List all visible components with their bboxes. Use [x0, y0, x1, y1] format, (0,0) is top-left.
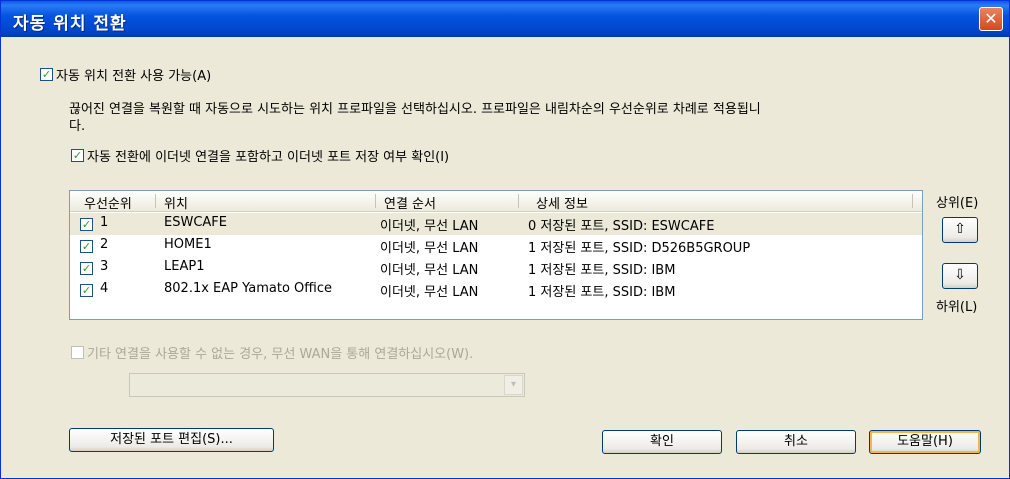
- description-line-2: 다.: [69, 119, 86, 134]
- row-checkbox[interactable]: ✓: [80, 262, 93, 275]
- arrow-down-icon: ⇩: [954, 267, 966, 283]
- column-header-order[interactable]: 연결 순서: [384, 193, 436, 212]
- row-detail: 1 저장된 포트, SSID: IBM: [528, 263, 676, 278]
- wan-select[interactable]: ▾: [129, 373, 525, 397]
- row-order: 이더넷, 무선 LAN: [380, 285, 479, 300]
- include-ethernet-checkbox[interactable]: ✓: [71, 149, 84, 162]
- row-priority: 3: [100, 259, 109, 274]
- row-order: 이더넷, 무선 LAN: [380, 241, 479, 256]
- row-detail: 0 저장된 포트, SSID: ESWCAFE: [528, 219, 715, 234]
- column-separator[interactable]: [375, 194, 376, 208]
- column-header-priority[interactable]: 우선순위: [84, 193, 132, 212]
- move-down-button[interactable]: ⇩: [942, 263, 978, 289]
- help-button[interactable]: 도움말(H): [869, 430, 981, 454]
- row-priority: 4: [100, 281, 109, 296]
- location-priority-list[interactable]: 우선순위 위치 연결 순서 상세 정보 ✓ 1 ESWCAFE 이더넷, 무선 …: [69, 190, 923, 320]
- chevron-down-icon[interactable]: ▾: [504, 375, 523, 395]
- table-row[interactable]: ✓ 1 ESWCAFE 이더넷, 무선 LAN 0 저장된 포트, SSID: …: [70, 213, 922, 235]
- column-header-location[interactable]: 위치: [164, 193, 188, 212]
- list-header: 우선순위 위치 연결 순서 상세 정보: [70, 191, 922, 212]
- enable-auto-switch-checkbox[interactable]: ✓: [40, 68, 53, 81]
- row-priority: 1: [100, 215, 109, 230]
- row-order: 이더넷, 무선 LAN: [380, 263, 479, 278]
- move-up-button[interactable]: ⇧: [942, 217, 978, 243]
- table-row[interactable]: ✓ 4 802.1x EAP Yamato Office 이더넷, 무선 LAN…: [70, 279, 922, 301]
- row-checkbox[interactable]: ✓: [80, 240, 93, 253]
- column-header-detail[interactable]: 상세 정보: [536, 193, 588, 212]
- include-ethernet-label[interactable]: 자동 전환에 이더넷 연결을 포함하고 이더넷 포트 저장 여부 확인(I): [87, 146, 449, 165]
- table-row[interactable]: ✓ 2 HOME1 이더넷, 무선 LAN 1 저장된 포트, SSID: D5…: [70, 235, 922, 257]
- arrow-up-icon: ⇧: [954, 221, 966, 237]
- row-priority: 2: [100, 237, 109, 252]
- cancel-button[interactable]: 취소: [736, 430, 856, 454]
- close-button[interactable]: ✕: [979, 7, 1003, 31]
- row-detail: 1 저장된 포트, SSID: D526B5GROUP: [528, 241, 751, 256]
- row-location: 802.1x EAP Yamato Office: [164, 281, 332, 296]
- wan-fallback-label: 기타 연결을 사용할 수 없는 경우, 무선 WAN을 통해 연결하십시오(W)…: [87, 347, 474, 362]
- window-title: 자동 위치 전환: [13, 14, 127, 34]
- column-separator[interactable]: [912, 194, 913, 208]
- dialog-window: 자동 위치 전환 ✕ ✓ 자동 위치 전환 사용 가능(A) 끊어진 연결을 복…: [0, 0, 1010, 479]
- column-separator[interactable]: [518, 194, 519, 208]
- row-checkbox[interactable]: ✓: [80, 218, 93, 231]
- table-row[interactable]: ✓ 3 LEAP1 이더넷, 무선 LAN 1 저장된 포트, SSID: IB…: [70, 257, 922, 279]
- row-order: 이더넷, 무선 LAN: [380, 219, 479, 234]
- row-detail: 1 저장된 포트, SSID: IBM: [528, 285, 676, 300]
- move-down-label: 하위(L): [936, 300, 978, 315]
- move-up-label: 상위(E): [936, 196, 979, 211]
- enable-auto-switch-label[interactable]: 자동 위치 전환 사용 가능(A): [56, 65, 211, 84]
- row-location: ESWCAFE: [164, 215, 227, 230]
- column-separator[interactable]: [155, 194, 156, 208]
- edit-saved-ports-button[interactable]: 저장된 포트 편집(S)...: [69, 428, 274, 452]
- row-location: LEAP1: [164, 259, 205, 274]
- row-location: HOME1: [164, 237, 212, 252]
- description-line-1: 끊어진 연결을 복원할 때 자동으로 시도하는 위치 프로파일을 선택하십시오.…: [69, 102, 761, 117]
- row-checkbox[interactable]: ✓: [80, 284, 93, 297]
- wan-fallback-checkbox[interactable]: [71, 346, 84, 359]
- ok-button[interactable]: 확인: [602, 430, 722, 454]
- title-bar[interactable]: 자동 위치 전환 ✕: [1, 1, 1009, 37]
